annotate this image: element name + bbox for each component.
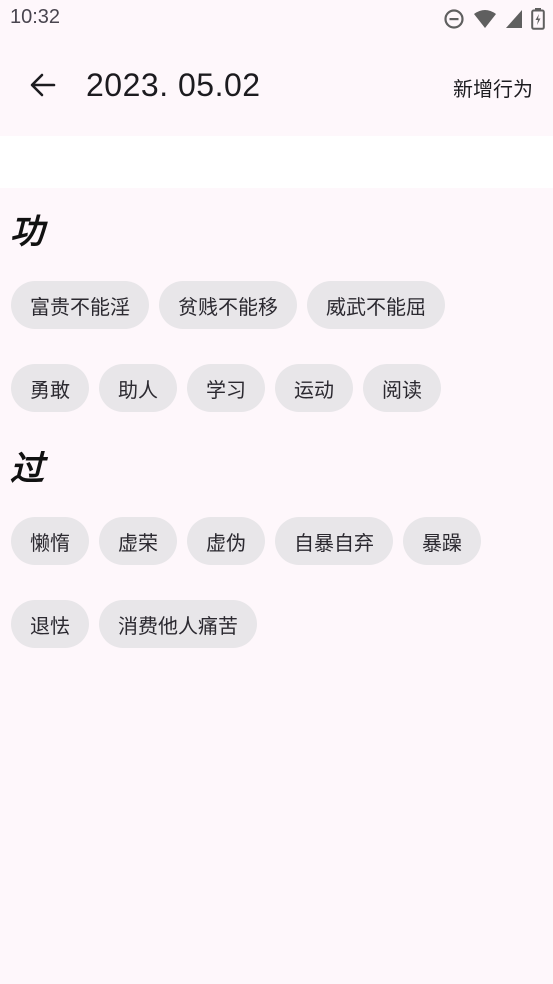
chip[interactable]: 学习 bbox=[187, 364, 265, 412]
status-bar: 10:32 bbox=[0, 0, 553, 38]
add-action-button[interactable]: 新增行为 bbox=[453, 73, 533, 102]
chip[interactable]: 富贵不能淫 bbox=[11, 281, 149, 329]
chip[interactable]: 懒惰 bbox=[11, 517, 89, 565]
page-title: 2023. 05.02 bbox=[86, 67, 261, 103]
chip[interactable]: 贫贱不能移 bbox=[159, 281, 297, 329]
battery-icon bbox=[531, 8, 545, 30]
status-icons bbox=[443, 8, 545, 30]
demerit-chip-row-1: 懒惰 虚荣 虚伪 自暴自弃 暴躁 bbox=[11, 517, 481, 565]
merit-chip-row-2: 勇敢 助人 学习 运动 阅读 bbox=[11, 364, 441, 412]
chip[interactable]: 阅读 bbox=[363, 364, 441, 412]
header-spacer bbox=[0, 136, 553, 188]
chip[interactable]: 助人 bbox=[99, 364, 177, 412]
cellular-signal-icon bbox=[505, 9, 523, 29]
section-heading-demerit: 过 bbox=[10, 449, 44, 489]
arrow-back-icon bbox=[29, 71, 57, 103]
chip[interactable]: 消费他人痛苦 bbox=[99, 600, 257, 648]
chip[interactable]: 虚荣 bbox=[99, 517, 177, 565]
chip[interactable]: 虚伪 bbox=[187, 517, 265, 565]
chip[interactable]: 威武不能屈 bbox=[307, 281, 445, 329]
app-bar: 2023. 05.02 新增行为 bbox=[0, 38, 553, 136]
merit-chip-row-1: 富贵不能淫 贫贱不能移 威武不能屈 bbox=[11, 281, 445, 329]
chip[interactable]: 勇敢 bbox=[11, 364, 89, 412]
back-button[interactable] bbox=[19, 63, 67, 111]
chip[interactable]: 自暴自弃 bbox=[275, 517, 393, 565]
demerit-chip-row-2: 退怯 消费他人痛苦 bbox=[11, 600, 257, 648]
chip[interactable]: 运动 bbox=[275, 364, 353, 412]
wifi-icon bbox=[473, 9, 497, 29]
do-not-disturb-icon bbox=[443, 8, 465, 30]
chip[interactable]: 退怯 bbox=[11, 600, 89, 648]
status-time: 10:32 bbox=[10, 6, 61, 28]
section-heading-merit: 功 bbox=[10, 212, 44, 252]
chip[interactable]: 暴躁 bbox=[403, 517, 481, 565]
